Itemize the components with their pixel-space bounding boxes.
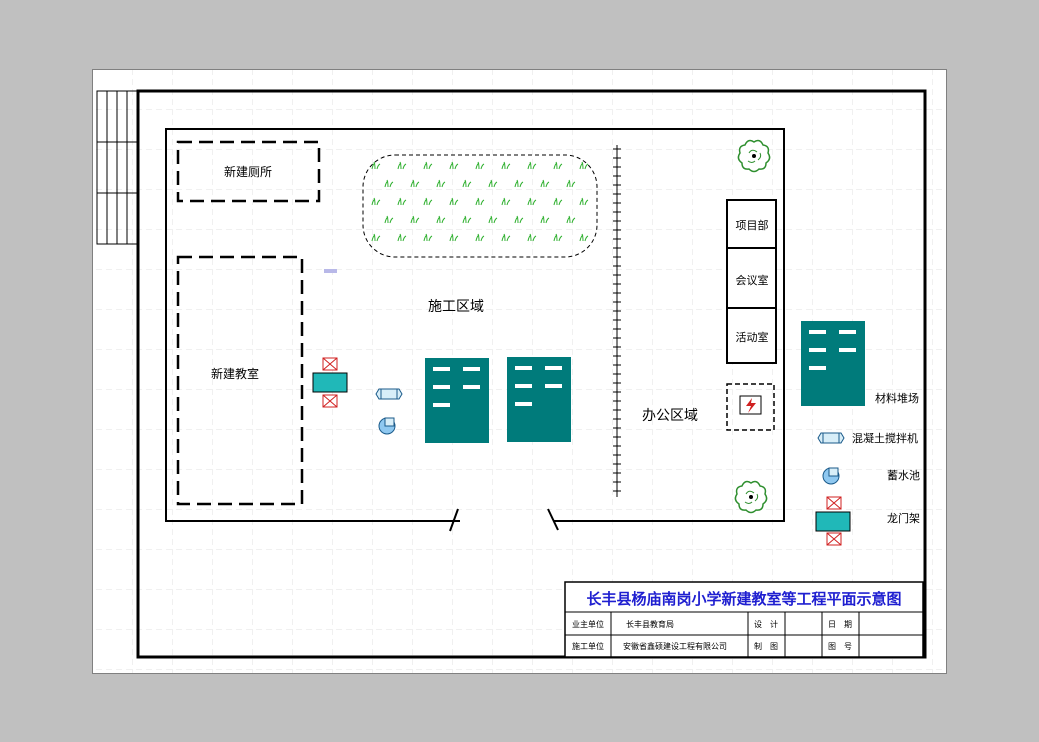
legend-reservoir-symbol <box>822 467 840 485</box>
drawing-no-label: 图 号 <box>828 642 852 651</box>
legend-mixer-label: 混凝土搅拌机 <box>852 431 918 445</box>
date-label: 日 期 <box>828 620 852 629</box>
design-label: 设 计 <box>754 619 778 629</box>
tree-icon <box>737 139 771 173</box>
room-activity: 活动室 <box>736 330 769 344</box>
legend-reservoir-label: 蓄水池 <box>887 469 920 482</box>
site-plan-drawing: 新建厕所 新建教室 施工区域 办公区域 项目部 会议室 活动室 材料堆场 混凝土… <box>93 70 946 673</box>
legend-material-yard-label: 材料堆场 <box>875 391 919 405</box>
material-block-1 <box>425 358 489 443</box>
room-project-office: 项目部 <box>736 218 769 232</box>
construction-area-label: 施工区域 <box>428 299 484 315</box>
new-toilet-label: 新建厕所 <box>224 164 272 179</box>
legend-gantry-label: 龙门架 <box>887 511 920 525</box>
reservoir-symbol <box>378 417 396 435</box>
material-block-2 <box>507 357 571 442</box>
mixer-symbol <box>375 388 403 400</box>
legend-mixer-symbol <box>817 432 845 444</box>
small-marker <box>324 269 337 273</box>
office-area-label: 办公区域 <box>642 408 698 424</box>
drawing-title: 长丰县杨庙南岗小学新建教室等工程平面示意图 <box>586 590 901 608</box>
builder-value: 安徽省鑫硕建设工程有限公司 <box>623 641 727 651</box>
tree-icon <box>734 480 768 514</box>
legend-material-yard-symbol <box>801 321 865 406</box>
owner-value: 长丰县教育局 <box>626 619 674 629</box>
new-classroom-label: 新建教室 <box>211 366 259 381</box>
room-meeting: 会议室 <box>736 273 769 287</box>
draw-label: 制 图 <box>754 641 778 651</box>
builder-label: 施工单位 <box>572 641 604 651</box>
owner-label: 业主单位 <box>572 619 604 629</box>
